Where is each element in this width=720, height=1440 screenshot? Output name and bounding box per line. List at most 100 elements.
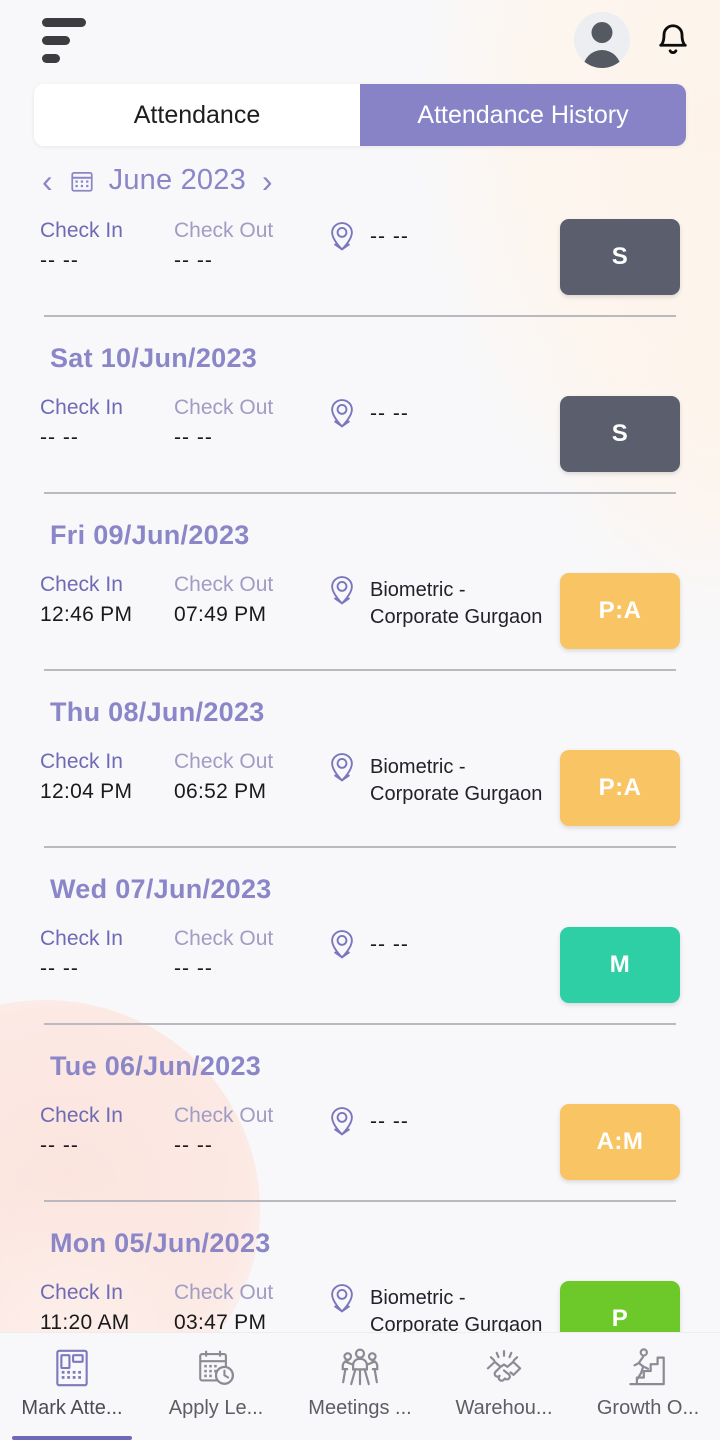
nav-item-warehou[interactable]: Warehou... bbox=[432, 1333, 576, 1440]
check-out-value: -- -- bbox=[174, 426, 213, 449]
check-in-value: 12:04 PM bbox=[40, 780, 133, 803]
attendance-entry: Fri 09/Jun/2023 Check In 12:46 PM Check Out… bbox=[40, 494, 680, 671]
location-pin-icon bbox=[326, 221, 358, 259]
location-text: -- -- bbox=[370, 933, 409, 956]
entry-date: Wed 07/Jun/2023 bbox=[50, 874, 272, 904]
nav-item-growth-o[interactable]: Growth O... bbox=[576, 1333, 720, 1440]
location-text: Biometric - Corporate Gurgaon bbox=[370, 756, 543, 805]
nav-item-mark-atte[interactable]: Mark Atte... bbox=[0, 1333, 144, 1440]
location-column: -- -- bbox=[326, 396, 560, 436]
attendance-entry: Wed 07/Jun/2023 Check In -- -- Check Out -- … bbox=[40, 848, 680, 1025]
location-text: -- -- bbox=[370, 1110, 409, 1133]
check-out-column: Check Out 06:52 PM bbox=[174, 750, 326, 804]
attendance-machine-icon bbox=[50, 1345, 94, 1391]
location-pin-icon bbox=[326, 575, 358, 613]
check-out-value: -- -- bbox=[174, 249, 213, 272]
status-badge[interactable]: A:M bbox=[560, 1104, 680, 1180]
location-column: Biometric - Corporate Gurgaon bbox=[326, 750, 560, 808]
nav-label: Growth O... bbox=[596, 1397, 700, 1419]
location-column: Biometric - Corporate Gurgaon bbox=[326, 1281, 560, 1339]
calendar-icon[interactable] bbox=[69, 168, 95, 194]
nav-item-meetings[interactable]: Meetings ... bbox=[288, 1333, 432, 1440]
check-in-column: Check In -- -- bbox=[40, 927, 174, 981]
check-out-label: Check Out bbox=[174, 396, 274, 419]
check-in-value: -- -- bbox=[40, 957, 79, 980]
entry-date: Fri 09/Jun/2023 bbox=[50, 520, 250, 550]
location-text: -- -- bbox=[370, 402, 409, 425]
status-badge[interactable]: S bbox=[560, 396, 680, 472]
check-in-label: Check In bbox=[40, 750, 123, 773]
check-in-column: Check In 11:20 AM bbox=[40, 1281, 174, 1335]
location-pin-icon bbox=[326, 752, 358, 790]
attendance-tabs: Attendance Attendance History bbox=[34, 84, 686, 146]
notification-bell-icon[interactable] bbox=[652, 19, 694, 61]
check-out-label: Check Out bbox=[174, 927, 274, 950]
check-out-label: Check Out bbox=[174, 573, 274, 596]
menu-bar-3 bbox=[42, 53, 60, 63]
location-column: -- -- bbox=[326, 219, 560, 259]
check-in-column: Check In -- -- bbox=[40, 396, 174, 450]
entry-date: Mon 05/Jun/2023 bbox=[50, 1228, 271, 1258]
attendance-row[interactable]: Check In 12:04 PM Check Out 06:52 PM Biometr… bbox=[40, 734, 680, 846]
status-badge[interactable]: P:A bbox=[560, 573, 680, 649]
entry-date: Tue 06/Jun/2023 bbox=[50, 1051, 262, 1081]
location-column: Biometric - Corporate Gurgaon bbox=[326, 573, 560, 631]
check-out-column: Check Out -- -- bbox=[174, 219, 326, 273]
user-avatar-icon[interactable] bbox=[574, 12, 630, 68]
bottom-navigation: Mark Atte... Apply Le... Meetings ... Wareh… bbox=[0, 1332, 720, 1440]
hamburger-sort-icon[interactable] bbox=[40, 14, 88, 67]
check-in-column: Check In 12:46 PM bbox=[40, 573, 174, 627]
app-screen: Attendance Attendance History ‹ June 202… bbox=[0, 0, 720, 1440]
check-in-value: -- -- bbox=[40, 249, 79, 272]
attendance-entry: Thu 08/Jun/2023 Check In 12:04 PM Check Out… bbox=[40, 671, 680, 848]
tab-attendance-history[interactable]: Attendance History bbox=[360, 84, 686, 146]
nav-label: Meetings ... bbox=[308, 1397, 412, 1419]
attendance-history-list: Check In -- -- Check Out -- -- -- -- S Sat 10/… bbox=[0, 203, 720, 1379]
status-badge[interactable]: P:A bbox=[560, 750, 680, 826]
check-in-label: Check In bbox=[40, 927, 123, 950]
location-pin-icon bbox=[326, 1283, 358, 1321]
month-navigator: ‹ June 2023 › bbox=[0, 146, 720, 203]
check-in-column: Check In 12:04 PM bbox=[40, 750, 174, 804]
check-out-label: Check Out bbox=[174, 750, 274, 773]
avatar-head bbox=[591, 22, 613, 43]
check-out-value: 07:49 PM bbox=[174, 603, 267, 626]
nav-label: Apply Le... bbox=[168, 1397, 264, 1419]
tab-attendance[interactable]: Attendance bbox=[34, 84, 360, 146]
location-text: -- -- bbox=[370, 225, 409, 248]
attendance-row[interactable]: Check In -- -- Check Out -- -- -- -- A:M bbox=[40, 1088, 680, 1200]
check-out-label: Check Out bbox=[174, 219, 274, 242]
check-out-label: Check Out bbox=[174, 1281, 274, 1304]
check-in-label: Check In bbox=[40, 1281, 123, 1304]
location-pin-icon bbox=[326, 398, 358, 436]
attendance-row[interactable]: Check In 12:46 PM Check Out 07:49 PM Biometr… bbox=[40, 557, 680, 669]
attendance-entry: Sat 10/Jun/2023 Check In -- -- Check Out -- … bbox=[40, 317, 680, 494]
nav-active-indicator bbox=[11, 1436, 133, 1440]
check-out-value: 06:52 PM bbox=[174, 780, 267, 803]
status-badge[interactable]: S bbox=[560, 219, 680, 295]
chevron-left-icon[interactable]: ‹ bbox=[40, 165, 55, 197]
check-out-column: Check Out -- -- bbox=[174, 927, 326, 981]
calendar-clock-icon bbox=[194, 1345, 238, 1391]
nav-item-apply-le[interactable]: Apply Le... bbox=[144, 1333, 288, 1440]
header-actions bbox=[574, 12, 694, 68]
check-in-value: -- -- bbox=[40, 1134, 79, 1157]
check-in-value: -- -- bbox=[40, 426, 79, 449]
person-stairs-icon bbox=[625, 1345, 671, 1391]
menu-bar-1 bbox=[42, 17, 86, 27]
attendance-row[interactable]: Check In -- -- Check Out -- -- -- -- S bbox=[40, 380, 680, 492]
chevron-right-icon[interactable]: › bbox=[260, 165, 275, 197]
attendance-row[interactable]: Check In -- -- Check Out -- -- -- -- S bbox=[40, 203, 680, 315]
check-in-column: Check In -- -- bbox=[40, 219, 174, 273]
menu-bar-2 bbox=[42, 35, 70, 45]
check-out-column: Check Out 03:47 PM bbox=[174, 1281, 326, 1335]
attendance-entry: Check In -- -- Check Out -- -- -- -- S bbox=[40, 203, 680, 317]
location-pin-icon bbox=[326, 1106, 358, 1144]
check-out-label: Check Out bbox=[174, 1104, 274, 1127]
check-out-column: Check Out 07:49 PM bbox=[174, 573, 326, 627]
status-badge[interactable]: M bbox=[560, 927, 680, 1003]
nav-label: Mark Atte... bbox=[21, 1397, 123, 1419]
attendance-row[interactable]: Check In -- -- Check Out -- -- -- -- M bbox=[40, 911, 680, 1023]
check-in-column: Check In -- -- bbox=[40, 1104, 174, 1158]
check-out-column: Check Out -- -- bbox=[174, 396, 326, 450]
